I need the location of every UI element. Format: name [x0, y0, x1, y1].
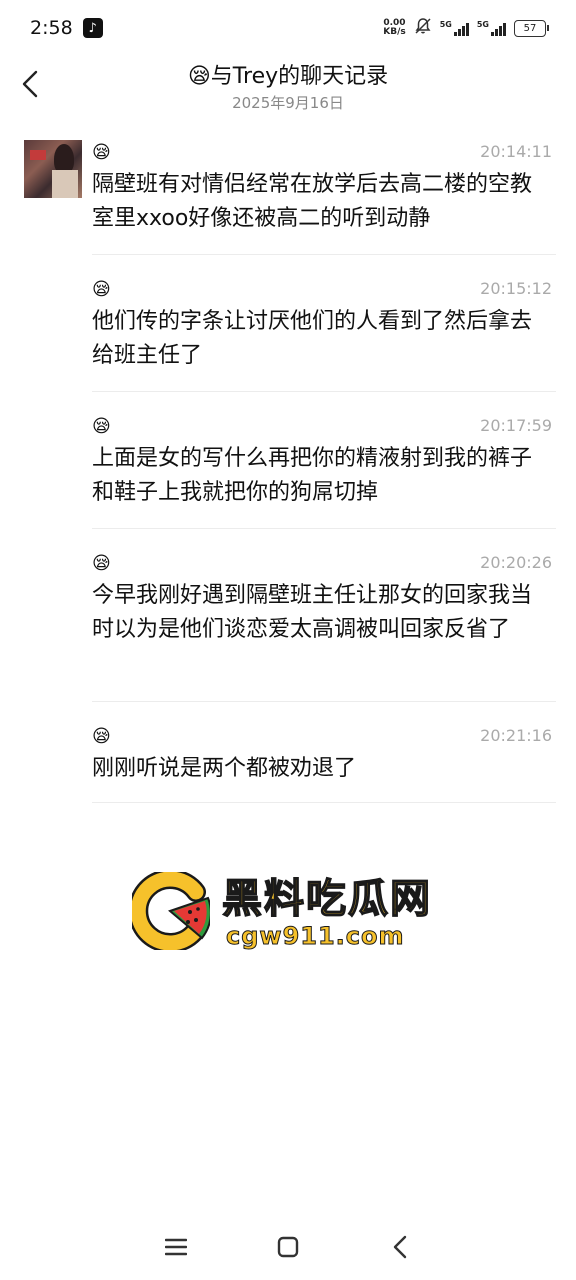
- message-text: 他们传的字条让讨厌他们的人看到了然后拿去给班主任了: [92, 309, 533, 368]
- chat-header: 😪与Trey的聊天记录 2025年9月16日: [0, 56, 576, 116]
- signal-2-icon: 5G: [477, 20, 506, 36]
- home-button[interactable]: [268, 1227, 308, 1267]
- battery-level: 57: [523, 22, 537, 34]
- message-text: 刚刚听说是两个都被劝退了: [92, 756, 357, 781]
- page-title: 😪与Trey的聊天记录: [0, 58, 576, 90]
- status-time: 2:58: [30, 17, 73, 39]
- home-icon: [277, 1236, 299, 1258]
- message-list: 😪 20:14:11 隔壁班有对情侣经常在放学后去高二楼的空教室里xxoo好像还…: [92, 138, 556, 803]
- network-speed-unit: KB/s: [383, 27, 406, 37]
- status-bar: 2:58 ♪ 0.00 KB/s 5G 5G 57: [0, 0, 576, 56]
- avatar[interactable]: [24, 140, 82, 198]
- message-time: 20:21:16: [480, 726, 552, 745]
- message-time: 20:20:26: [480, 553, 552, 572]
- signal-2-label: 5G: [476, 20, 489, 29]
- sleepy-face-icon: 😪: [92, 416, 111, 437]
- watermelon-logo-icon: [132, 872, 210, 950]
- network-speed: 0.00 KB/s: [383, 19, 405, 37]
- sleepy-face-icon: 😪: [92, 279, 111, 300]
- chat-history-screen: 2:58 ♪ 0.00 KB/s 5G 5G 57 😪与Trey的聊天记录 20…: [0, 0, 576, 1280]
- signal-1-icon: 5G: [440, 20, 469, 36]
- message-time: 20:15:12: [480, 279, 552, 298]
- message-text: 上面是女的写什么再把你的精液射到我的裤子和鞋子上我就把你的狗屌切掉: [92, 446, 533, 505]
- message-item[interactable]: 😪 20:21:16 刚刚听说是两个都被劝退了: [92, 702, 556, 803]
- sleepy-face-icon: 😪: [92, 553, 111, 574]
- system-nav-bar: [0, 1220, 576, 1274]
- watermark-url: cgw911.com: [226, 922, 405, 951]
- status-left: 2:58 ♪: [30, 17, 103, 39]
- menu-icon: [165, 1238, 187, 1256]
- message-item[interactable]: 😪 20:17:59 上面是女的写什么再把你的精液射到我的裤子和鞋子上我就把你的…: [92, 392, 556, 529]
- page-title-text: 与Trey的聊天记录: [210, 64, 389, 89]
- bell-off-icon: [414, 17, 432, 40]
- back-icon: [393, 1235, 407, 1259]
- battery-icon: 57: [514, 19, 549, 37]
- watermark: 黑料吃瓜网 cgw911.com: [132, 866, 452, 956]
- message-item[interactable]: 😪 20:15:12 他们传的字条让讨厌他们的人看到了然后拿去给班主任了: [92, 255, 556, 392]
- signal-1-label: 5G: [439, 20, 452, 29]
- message-item[interactable]: 😪 20:14:11 隔壁班有对情侣经常在放学后去高二楼的空教室里xxoo好像还…: [92, 138, 556, 255]
- status-right: 0.00 KB/s 5G 5G 57: [383, 17, 549, 40]
- message-time: 20:17:59: [480, 416, 552, 435]
- system-back-button[interactable]: [380, 1227, 420, 1267]
- tiktok-icon: ♪: [82, 18, 103, 38]
- sleepy-face-icon: 😪: [187, 64, 211, 89]
- message-item[interactable]: 😪 20:20:26 今早我刚好遇到隔壁班主任让那女的回家我当时以为是他们谈恋爱…: [92, 529, 556, 702]
- message-text: 隔壁班有对情侣经常在放学后去高二楼的空教室里xxoo好像还被高二的听到动静: [92, 172, 533, 231]
- sleepy-face-icon: 😪: [92, 726, 111, 747]
- message-text: 今早我刚好遇到隔壁班主任让那女的回家我当时以为是他们谈恋爱太高调被叫回家反省了: [92, 583, 533, 642]
- recent-apps-button[interactable]: [156, 1227, 196, 1267]
- message-time: 20:14:11: [480, 142, 552, 161]
- chat-date: 2025年9月16日: [232, 94, 344, 112]
- sleepy-face-icon: 😪: [92, 142, 111, 163]
- watermark-title: 黑料吃瓜网: [221, 875, 432, 923]
